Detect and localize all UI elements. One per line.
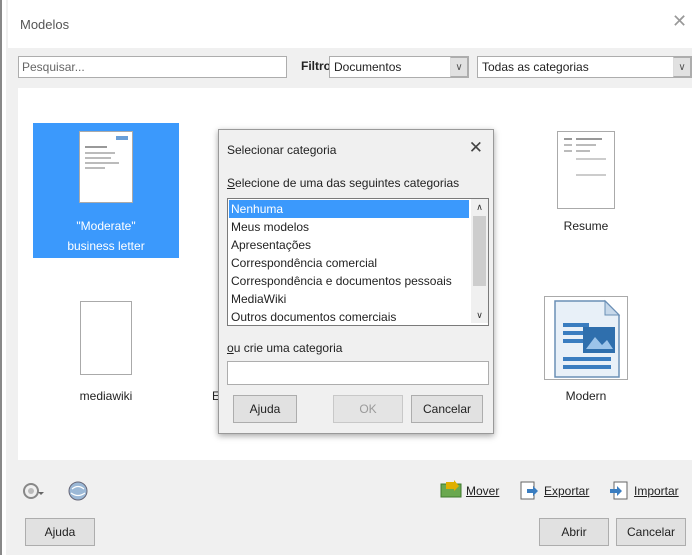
scroll-down-icon[interactable]: ∨ bbox=[471, 307, 488, 323]
template-thumbnail-mediawiki[interactable] bbox=[80, 301, 132, 375]
template-thumbnail-modern[interactable] bbox=[544, 296, 628, 380]
dialog-title: Selecionar categoria bbox=[227, 143, 337, 157]
search-input[interactable]: Pesquisar... bbox=[18, 56, 287, 78]
move-icon[interactable] bbox=[440, 480, 462, 501]
select-category-dialog: Selecionar categoria ✕ Selecione de uma … bbox=[218, 129, 494, 434]
scroll-up-icon[interactable]: ∧ bbox=[471, 199, 488, 215]
dialog-help-button[interactable]: Ajuda bbox=[233, 395, 297, 423]
filter-type-select[interactable]: Documentos ∨ bbox=[329, 56, 469, 78]
list-item[interactable]: Outros documentos comerciais bbox=[229, 308, 469, 325]
scrollbar-thumb[interactable] bbox=[473, 216, 486, 286]
category-select[interactable]: Todas as categorias ∨ bbox=[477, 56, 692, 78]
dialog-prompt-rest: elecione de uma das seguintes categorias bbox=[235, 176, 460, 190]
close-icon[interactable]: ✕ bbox=[469, 138, 483, 158]
template-label: "Moderate" bbox=[76, 219, 136, 233]
dialog-prompt: Selecione de uma das seguintes categoria… bbox=[227, 176, 460, 190]
window-title: Modelos bbox=[20, 17, 70, 32]
online-templates-icon[interactable] bbox=[67, 480, 89, 505]
template-label: mediawiki bbox=[79, 389, 133, 403]
chevron-down-icon[interactable]: ∨ bbox=[673, 57, 691, 77]
settings-icon[interactable] bbox=[22, 481, 44, 504]
template-label: Modern bbox=[565, 389, 607, 403]
window-edge bbox=[0, 0, 2, 555]
import-icon[interactable] bbox=[609, 481, 629, 504]
help-label: Ajuda bbox=[249, 402, 281, 416]
close-icon[interactable]: ✕ bbox=[672, 12, 687, 30]
dialog-cancel-button[interactable]: Cancelar bbox=[411, 395, 483, 423]
category-value: Todas as categorias bbox=[482, 60, 589, 74]
cancel-button[interactable]: Cancelar bbox=[616, 518, 686, 546]
chevron-down-icon[interactable]: ∨ bbox=[450, 57, 468, 77]
template-label: Resume bbox=[563, 219, 609, 233]
listbox-scrollbar[interactable]: ∧ ∨ bbox=[471, 199, 488, 323]
list-item[interactable]: Nenhuma bbox=[229, 200, 469, 218]
template-tile-moderate[interactable]: "Moderate" business letter bbox=[33, 123, 179, 258]
template-thumbnail bbox=[79, 131, 133, 203]
title-bar bbox=[8, 0, 692, 48]
list-item[interactable]: Apresentações bbox=[229, 236, 469, 254]
category-listbox[interactable]: Nenhuma Meus modelos Apresentações Corre… bbox=[227, 198, 489, 326]
template-label-line2: business letter bbox=[67, 239, 145, 253]
open-button[interactable]: Abrir bbox=[539, 518, 609, 546]
list-item[interactable]: Correspondência e documentos pessoais bbox=[229, 272, 469, 290]
move-button[interactable]: Mover bbox=[466, 484, 499, 498]
impress-document-icon bbox=[554, 299, 621, 378]
new-category-label: ou crie uma categoria bbox=[227, 341, 343, 355]
ok-button[interactable]: OK bbox=[333, 395, 403, 423]
help-button[interactable]: Ajuda bbox=[25, 518, 95, 546]
filter-type-value: Documentos bbox=[334, 60, 402, 74]
help-button-label: Ajuda bbox=[44, 525, 76, 539]
import-button[interactable]: Importar bbox=[634, 484, 679, 498]
filter-label: Filtro bbox=[301, 59, 331, 73]
new-category-label-rest: u crie uma categoria bbox=[233, 341, 343, 355]
template-thumbnail-resume[interactable] bbox=[557, 131, 615, 209]
list-item[interactable]: Meus modelos bbox=[229, 218, 469, 236]
search-placeholder: Pesquisar... bbox=[22, 60, 85, 74]
list-item[interactable]: MediaWiki bbox=[229, 290, 469, 308]
export-button[interactable]: Exportar bbox=[544, 484, 589, 498]
new-category-input[interactable] bbox=[227, 361, 489, 385]
export-icon[interactable] bbox=[519, 481, 539, 504]
list-item[interactable]: Correspondência comercial bbox=[229, 254, 469, 272]
